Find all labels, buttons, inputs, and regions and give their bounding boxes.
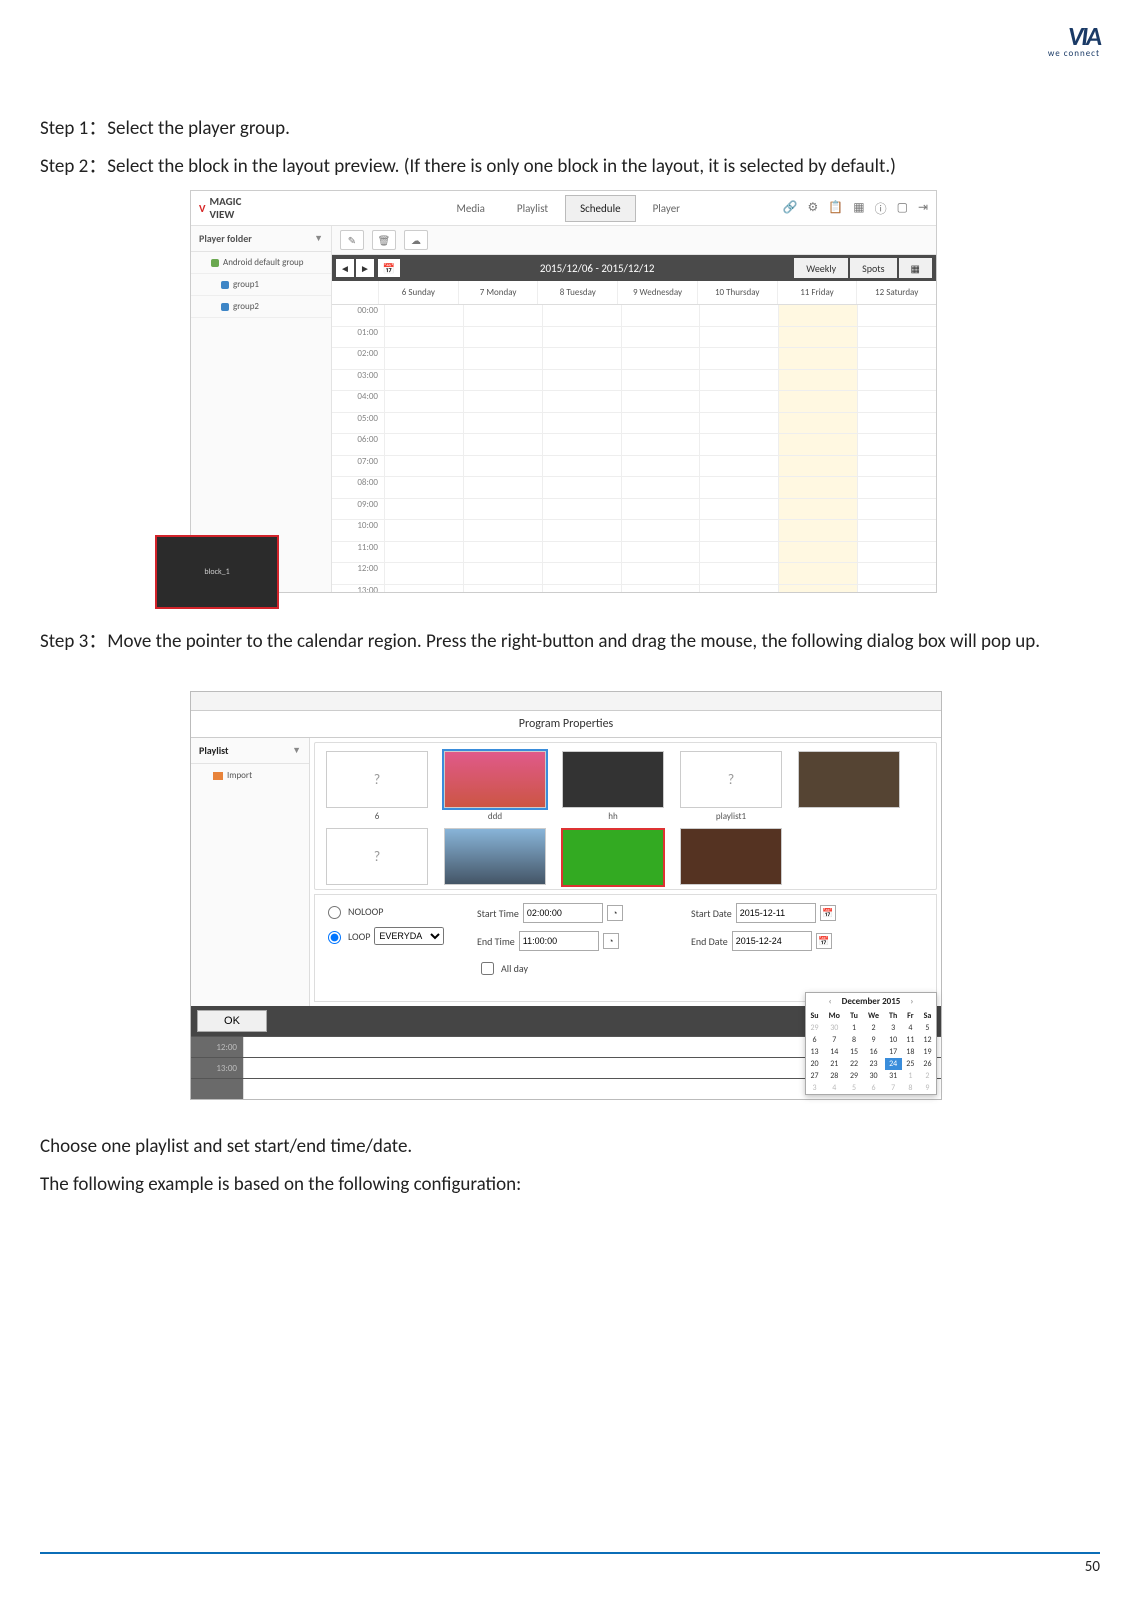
selected-date[interactable]: 24 <box>885 1058 902 1070</box>
thumbnail-grid: ?6 ddd hh ?playlist1 ? <box>314 742 937 890</box>
all-day-checkbox[interactable]: All day <box>477 959 677 978</box>
exit-icon[interactable]: ⇥ <box>918 200 928 217</box>
group-icon <box>221 281 229 289</box>
tab-media[interactable]: Media <box>441 195 499 222</box>
calendar-icon[interactable]: 📅 <box>816 933 832 949</box>
sidebar-item-group1[interactable]: group1 <box>191 274 331 296</box>
playlist-thumb[interactable]: ?6 <box>323 751 431 822</box>
example-text: The following example is based on the fo… <box>40 1166 1108 1204</box>
playlist-thumb[interactable]: ?playlist1 <box>677 751 785 822</box>
playlist-thumb[interactable] <box>559 828 667 887</box>
playlist-thumb[interactable]: hh <box>559 751 667 822</box>
date-range: 2015/12/06 - 2015/12/12 <box>400 262 794 275</box>
playlist-sidebar: Playlist ▼ Import <box>191 738 310 1006</box>
end-date-row: End Date 📅 <box>691 931 891 951</box>
playlist-thumb[interactable] <box>441 828 549 887</box>
group-icon <box>211 259 219 267</box>
chevron-down-icon: ▼ <box>314 233 323 244</box>
prev-month-button[interactable]: ‹ <box>825 996 836 1007</box>
playlist-thumb[interactable] <box>677 828 785 887</box>
playlist-thumb[interactable]: ? <box>323 828 431 887</box>
group-icon <box>221 303 229 311</box>
tab-schedule[interactable]: Schedule <box>565 195 636 222</box>
cloud-button[interactable]: ☁ <box>404 230 428 250</box>
ok-button[interactable]: OK <box>197 1010 267 1032</box>
spots-button[interactable]: Spots <box>850 258 896 278</box>
main-nav: Media Playlist Schedule Player <box>441 195 695 222</box>
month-label: December 2015 <box>842 996 901 1007</box>
day-col: 9 Wednesday <box>617 281 697 304</box>
date-bar: ◄ ► 📅 2015/12/06 - 2015/12/12 Weekly Spo… <box>332 255 936 281</box>
prev-button[interactable]: ◄ <box>336 259 354 277</box>
step1: Step 1：Select the player group. <box>40 110 1108 148</box>
clock-icon[interactable]: ◔ <box>607 905 623 921</box>
end-date-input[interactable] <box>732 931 812 951</box>
start-date-row: Start Date 📅 <box>691 903 891 923</box>
layout-preview-block[interactable]: block_1 <box>155 535 279 609</box>
sidebar-item-android[interactable]: Android default group <box>191 252 331 274</box>
weekly-button[interactable]: Weekly <box>794 258 848 278</box>
logo-tagline: we connect <box>1010 48 1100 59</box>
sidebar-header[interactable]: Player folder ▼ <box>191 226 331 252</box>
playlist-thumb[interactable] <box>795 751 903 822</box>
page-number: 50 <box>1085 1558 1100 1576</box>
calendar-icon[interactable]: 📅 <box>820 905 836 921</box>
day-header: 6 Sunday 7 Monday 8 Tuesday 9 Wednesday … <box>332 281 936 305</box>
loop-radio[interactable]: LOOP EVERYDA <box>323 927 463 945</box>
calendar-button[interactable]: 📅 <box>378 259 400 277</box>
link-icon[interactable]: 🔗 <box>783 200 798 217</box>
info-icon[interactable]: ⓘ <box>875 200 887 217</box>
form-panel: NOLOOP LOOP EVERYDA Start Time ◔ End Tim… <box>314 894 937 1002</box>
step3: Step 3：Move the pointer to the calendar … <box>40 623 1108 661</box>
clipboard-icon[interactable]: 📋 <box>828 200 843 217</box>
screenshot-program-properties: Program Properties Playlist ▼ Import ?6 … <box>190 691 942 1100</box>
schedule-grid[interactable]: 00:00 01:00 02:00 03:00 04:00 05:00 06:0… <box>332 305 936 592</box>
next-button[interactable]: ► <box>356 259 374 277</box>
start-time-row: Start Time ◔ <box>477 903 677 923</box>
day-col: 7 Monday <box>458 281 538 304</box>
tab-playlist[interactable]: Playlist <box>502 195 563 222</box>
grid-button[interactable]: ▦ <box>899 258 932 278</box>
folder-icon <box>213 772 223 780</box>
next-month-button[interactable]: › <box>906 996 917 1007</box>
playlist-import[interactable]: Import <box>191 764 309 787</box>
day-col: 8 Tuesday <box>537 281 617 304</box>
end-time-input[interactable] <box>519 931 599 951</box>
loop-select[interactable]: EVERYDA <box>374 927 444 945</box>
day-col: 11 Friday <box>777 281 857 304</box>
day-col: 12 Saturday <box>856 281 936 304</box>
choose-text: Choose one playlist and set start/end ti… <box>40 1128 1108 1166</box>
noloop-radio[interactable]: NOLOOP <box>323 903 463 919</box>
screenshot-schedule: VMAGICVIEW Media Playlist Schedule Playe… <box>190 190 937 593</box>
calendar-grid: SuMoTuWeThFrSa 293012345 6789101112 1314… <box>806 1010 936 1094</box>
start-time-input[interactable] <box>523 903 603 923</box>
chart-icon[interactable]: ▦ <box>853 200 864 217</box>
dialog-title: Program Properties <box>191 711 941 738</box>
step2: Step 2：Select the block in the layout pr… <box>40 148 1108 186</box>
clock-icon[interactable]: ◔ <box>603 933 619 949</box>
chevron-down-icon: ▼ <box>292 745 301 756</box>
tab-player[interactable]: Player <box>638 195 695 222</box>
app-logo: VMAGICVIEW <box>199 195 241 221</box>
date-picker-popup[interactable]: ‹ December 2015 › SuMoTuWeThFrSa 2930123… <box>805 992 937 1095</box>
day-col: 6 Sunday <box>378 281 458 304</box>
sidebar-item-group2[interactable]: group2 <box>191 296 331 318</box>
day-col: 10 Thursday <box>697 281 777 304</box>
page-footer: 50 <box>40 1552 1100 1576</box>
delete-button[interactable]: 🗑 <box>372 230 396 250</box>
via-logo: VIA we connect <box>1010 20 1100 59</box>
start-date-input[interactable] <box>736 903 816 923</box>
gear-icon[interactable]: ⚙ <box>808 200 819 217</box>
end-time-row: End Time ◔ <box>477 931 677 951</box>
monitor-icon[interactable]: ▢ <box>897 200 908 217</box>
playlist-header[interactable]: Playlist ▼ <box>191 738 309 764</box>
edit-button[interactable]: ✎ <box>340 230 364 250</box>
toolbar: ✎ 🗑 ☁ <box>332 226 936 255</box>
playlist-thumb[interactable]: ddd <box>441 751 549 822</box>
